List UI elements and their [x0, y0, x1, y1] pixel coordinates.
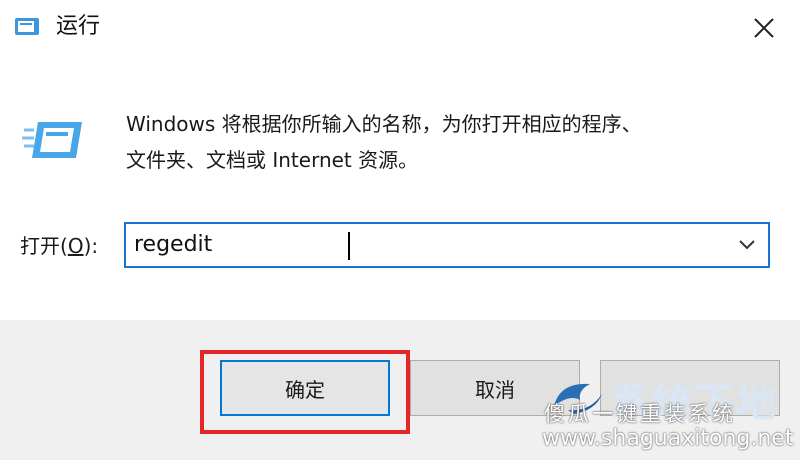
open-input[interactable]: [134, 228, 724, 262]
description-line-1: Windows 将根据你所输入的名称，为你打开相应的程序、: [126, 112, 642, 136]
run-icon: [15, 18, 39, 35]
open-label-mnemonic: O: [67, 234, 84, 258]
title-bar: 运行: [0, 0, 800, 56]
watermark-slogan: 傻瓜一键重装系统: [544, 402, 736, 426]
open-combobox[interactable]: [124, 222, 770, 268]
watermark: 系统下地 傻瓜一键重装系统 www.shaguaxitong.net: [540, 368, 800, 460]
description-line-2: 文件夹、文档或 Internet 资源。: [126, 148, 419, 172]
run-icon: [22, 122, 82, 158]
dropdown-button[interactable]: [734, 234, 760, 256]
highlight-annotation: [200, 350, 410, 434]
open-label: 打开(O):: [20, 230, 98, 262]
window-title: 运行: [56, 14, 101, 39]
watermark-url: www.shaguaxitong.net: [542, 426, 794, 451]
description-text: Windows 将根据你所输入的名称，为你打开相应的程序、 文件夹、文档或 In…: [126, 106, 776, 178]
close-icon: [754, 18, 774, 38]
open-label-prefix: 打开(: [20, 234, 68, 258]
chevron-down-icon: [739, 240, 755, 250]
open-label-suffix: ):: [83, 234, 99, 258]
close-button[interactable]: [738, 6, 790, 50]
dialog-content: Windows 将根据你所输入的名称，为你打开相应的程序、 文件夹、文档或 In…: [0, 56, 800, 320]
text-caret: [348, 232, 350, 260]
